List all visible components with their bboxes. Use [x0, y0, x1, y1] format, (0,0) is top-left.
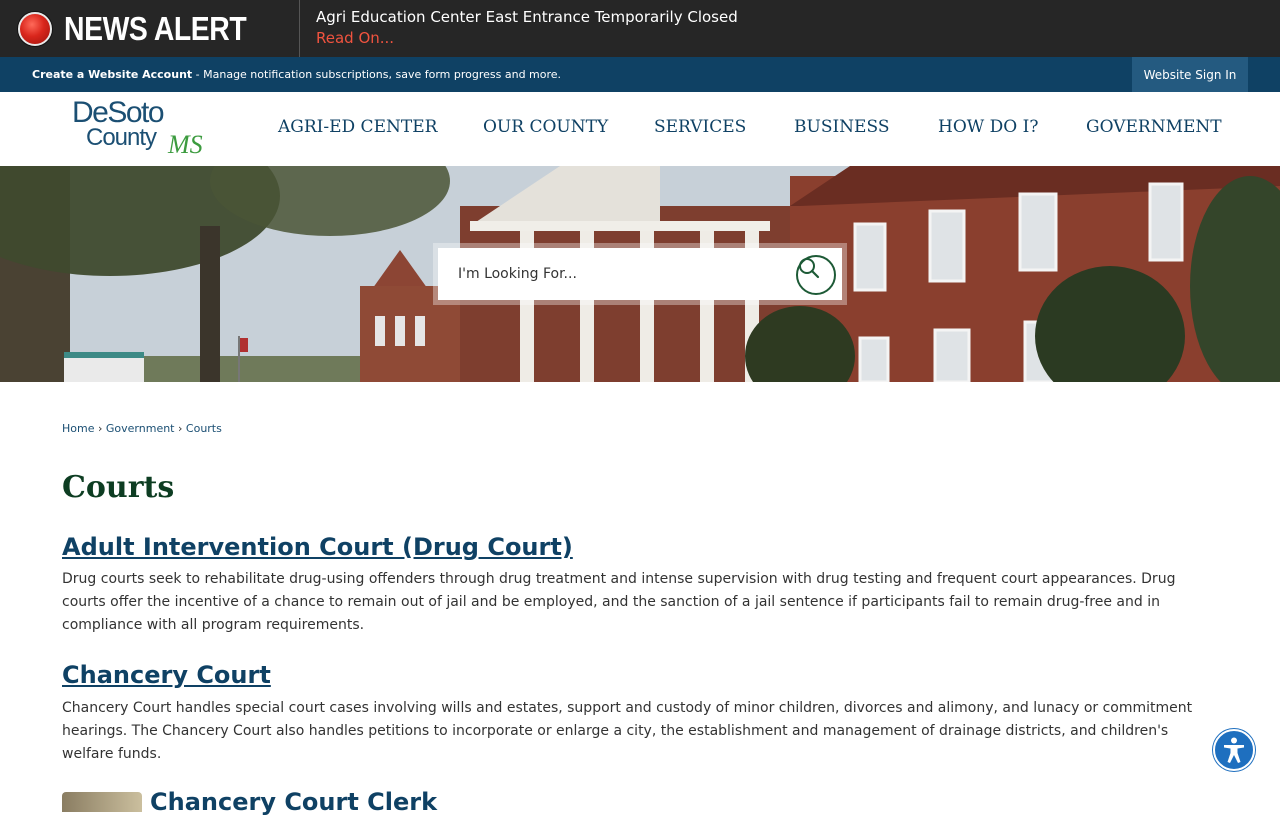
news-alert-headline[interactable]: Agri Education Center East Entrance Temp…	[316, 7, 738, 27]
nav-item-government[interactable]: GOVERNMENT	[1086, 117, 1222, 137]
website-sign-in-button[interactable]: Website Sign In	[1132, 57, 1248, 92]
nav-item-our-county[interactable]: OUR COUNTY	[483, 117, 608, 137]
search-box	[438, 248, 842, 300]
search-button[interactable]	[796, 255, 836, 295]
logo-ms: MS	[168, 130, 203, 159]
court-title-chancery-clerk[interactable]: Chancery Court Clerk	[150, 788, 437, 816]
page-title: Courts	[62, 470, 175, 505]
nav-item-agri-ed-center[interactable]: AGRI-ED CENTER	[278, 117, 437, 137]
breadcrumb-separator: ›	[97, 422, 103, 435]
court-description-adult-intervention: Drug courts seek to rehabilitate drug-us…	[62, 571, 1176, 633]
breadcrumb-government[interactable]: Government	[106, 422, 175, 435]
hero-banner	[0, 166, 1280, 382]
court-description-chancery: Chancery Court handles special court cas…	[62, 700, 1193, 762]
news-alert-label: NEWS ALERT	[0, 0, 300, 57]
search-icon	[799, 258, 820, 279]
account-bar: Create a Website Account - Manage notifi…	[0, 57, 1280, 92]
court-title-adult-intervention[interactable]: Adult Intervention Court (Drug Court)	[62, 533, 573, 561]
court-title-chancery[interactable]: Chancery Court	[62, 661, 271, 689]
breadcrumb-home[interactable]: Home	[62, 422, 94, 435]
nav-item-services[interactable]: SERVICES	[654, 117, 746, 137]
breadcrumb: Home › Government › Courts	[62, 422, 222, 435]
accessibility-icon	[1224, 737, 1244, 763]
nav-item-business[interactable]: BUSINESS	[794, 117, 889, 137]
logo-line-county: County	[86, 124, 157, 151]
site-header: DeSoto County MS AGRI-ED CENTER OUR COUN…	[0, 92, 1280, 166]
breadcrumb-courts[interactable]: Courts	[186, 422, 222, 435]
news-alert-title: NEWS ALERT	[64, 9, 247, 47]
search-container	[433, 243, 847, 305]
create-account-link[interactable]: Create a Website Account	[32, 68, 192, 81]
accessibility-button[interactable]	[1213, 729, 1255, 771]
red-alert-dot-icon	[18, 11, 52, 46]
search-input[interactable]	[458, 248, 778, 300]
news-alert-bar: NEWS ALERT Agri Education Center East En…	[0, 0, 1280, 57]
account-text: Create a Website Account - Manage notifi…	[32, 68, 561, 81]
breadcrumb-separator: ›	[178, 422, 183, 435]
chancery-clerk-thumbnail[interactable]	[62, 792, 142, 812]
create-account-description: - Manage notification subscriptions, sav…	[192, 68, 562, 81]
news-alert-read-on-link[interactable]: Read On...	[316, 27, 738, 49]
nav-item-how-do-i[interactable]: HOW DO I?	[938, 117, 1038, 137]
desoto-county-logo[interactable]: DeSoto County MS	[72, 96, 212, 162]
news-alert-message: Agri Education Center East Entrance Temp…	[300, 0, 738, 57]
